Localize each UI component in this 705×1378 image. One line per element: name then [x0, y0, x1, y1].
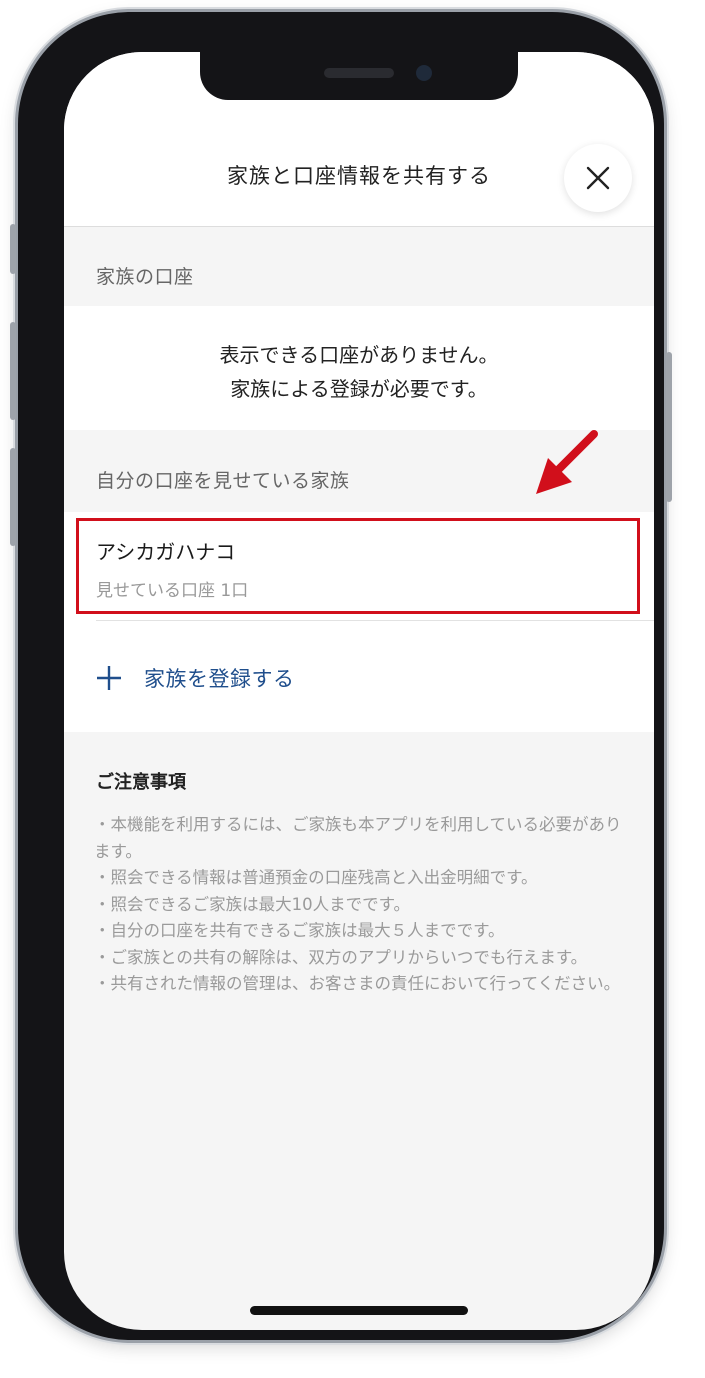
- close-button[interactable]: [564, 144, 632, 212]
- sharing-family-label: 自分の口座を見せている家族: [96, 470, 350, 492]
- family-accounts-empty: 表示できる口座がありません。 家族による登録が必要です。: [64, 306, 654, 430]
- volume-down-button: [10, 448, 16, 546]
- app-screen: 家族と口座情報を共有する 家族の口座 表示できる口座がありません。 家族による登…: [64, 52, 654, 1330]
- list-item: ・ご家族との共有の解除は、双方のアプリからいつでも行えます。: [94, 947, 588, 967]
- empty-message-line2: 家族による登録が必要です。: [230, 377, 488, 401]
- power-button: [666, 352, 672, 502]
- notes-list: ・本機能を利用するには、ご家族も本アプリを利用している必要があります。 ・照会で…: [94, 812, 630, 998]
- list-item: ・本機能を利用するには、ご家族も本アプリを利用している必要があります。: [94, 815, 622, 861]
- list-item: ・自分の口座を共有できるご家族は最大５人までです。: [94, 921, 505, 940]
- add-family-button[interactable]: 家族を登録する: [96, 660, 295, 696]
- phone-frame: 家族と口座情報を共有する 家族の口座 表示できる口座がありません。 家族による登…: [10, 12, 672, 1340]
- family-accounts-label: 家族の口座: [96, 266, 194, 288]
- list-item: ・照会できるご家族は最大10人までです。: [94, 894, 411, 914]
- list-item: ・照会できる情報は普通預金の口座残高と入出金明細です。: [94, 868, 538, 887]
- notes-title: ご注意事項: [96, 772, 186, 793]
- highlight-box: [76, 518, 640, 614]
- red-arrow-icon: [536, 430, 598, 494]
- list-item: ・共有された情報の管理は、お客さまの責任において行ってください。: [94, 974, 621, 993]
- list-divider: [96, 620, 654, 621]
- mute-switch: [10, 224, 16, 274]
- speaker-grille: [324, 68, 394, 78]
- notch: [200, 52, 518, 100]
- home-indicator: [250, 1306, 468, 1315]
- plus-icon: [97, 666, 121, 690]
- close-icon: [586, 166, 610, 190]
- volume-up-button: [10, 322, 16, 420]
- empty-message-line1: 表示できる口座がありません。: [219, 343, 499, 367]
- front-camera: [416, 65, 432, 81]
- add-family-label: 家族を登録する: [144, 667, 295, 691]
